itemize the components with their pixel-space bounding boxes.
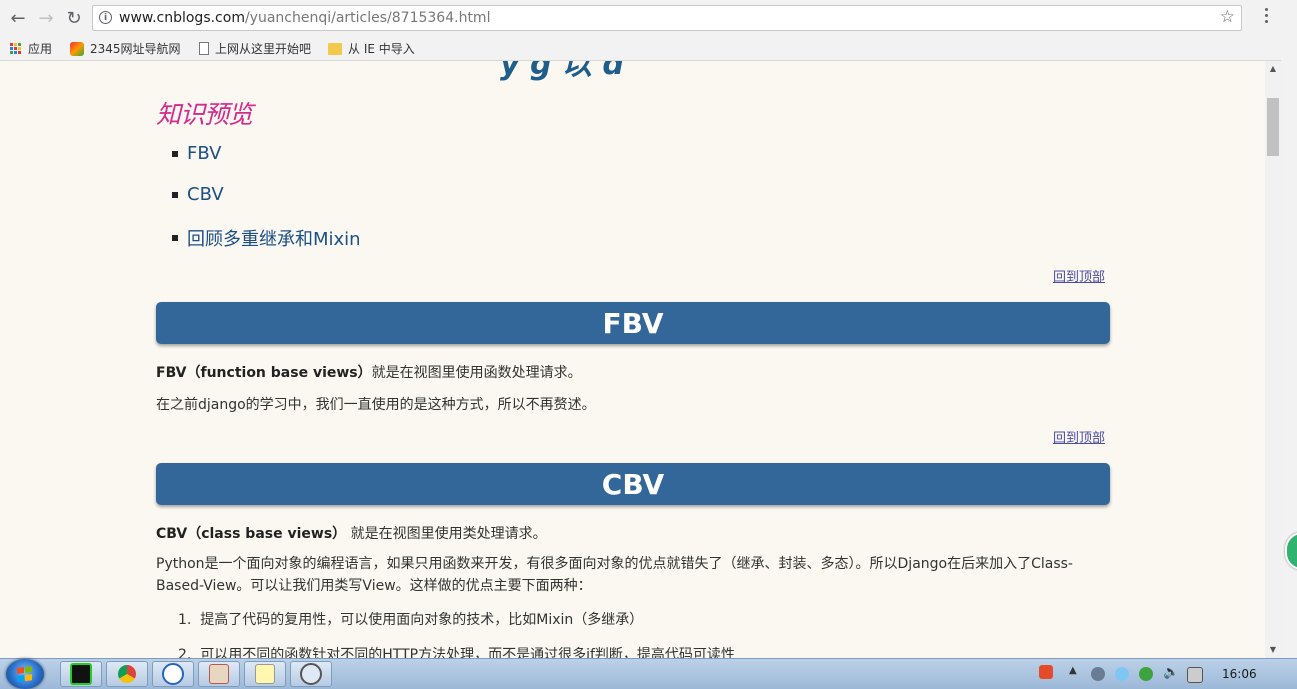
fbv-banner: FBV: [156, 302, 1110, 344]
cbv-paragraph: Python是一个面向对象的编程语言，如果只用函数来开发，有很多面向对象的优点就…: [156, 556, 1073, 594]
taskbar-pycharm[interactable]: [60, 661, 102, 687]
tray-app-icon[interactable]: [1091, 667, 1105, 681]
url-text[interactable]: www.cnblogs.com/yuanchenqi/articles/8715…: [119, 10, 490, 26]
taskbar-app[interactable]: [198, 661, 240, 687]
back-to-top-link[interactable]: 回到顶部: [1053, 427, 1105, 446]
fbv-term: FBV（function base views）: [156, 365, 372, 381]
list-item-2: 2. 可以用不同的函数针对不同的HTTP方法处理，而不是通过很多if判断，提高代…: [178, 644, 735, 658]
info-icon[interactable]: i: [99, 11, 112, 24]
2345-logo-icon: [70, 41, 84, 56]
cbv-desc: 就是在视图里使用类处理请求。: [346, 526, 547, 542]
address-bar[interactable]: i www.cnblogs.com/yuanchenqi/articles/87…: [92, 5, 1242, 31]
list-item-text: 可以用不同的函数针对不同的HTTP方法处理，而不是通过很多if判断，提高代码可读…: [200, 647, 735, 658]
bookmark-star-icon[interactable]: ☆: [1220, 7, 1235, 27]
taskbar-qq[interactable]: [290, 661, 332, 687]
chrome-icon: [118, 665, 136, 683]
cbv-definition: CBV（class base views） 就是在视图里使用类处理请求。: [156, 523, 547, 543]
scroll-down-arrow-icon[interactable]: ▼: [1268, 645, 1278, 654]
bullet: [172, 150, 178, 157]
bookmark-label: 2345网址导航网: [90, 42, 181, 56]
bookmark-ie-import[interactable]: 从 IE 中导入: [328, 40, 415, 57]
notepad-icon: [255, 664, 275, 684]
fbv-desc: 就是在视图里使用函数处理请求。: [371, 365, 582, 381]
toc-item-mixin[interactable]: 回顾多重继承和Mixin: [172, 225, 361, 251]
volume-icon[interactable]: 🔈: [1163, 665, 1179, 680]
list-item-text: 提高了代码的复用性，可以使用面向对象的技术，比如Mixin（多继承）: [200, 612, 644, 628]
bookmark-2345[interactable]: 2345网址导航网: [70, 40, 181, 57]
tray-shield-icon[interactable]: [1139, 667, 1153, 681]
forward-arrow-icon[interactable]: →: [34, 6, 58, 30]
browser-toolbar: ← → ↻ i www.cnblogs.com/yuanchenqi/artic…: [0, 0, 1297, 36]
pycharm-icon: [70, 663, 92, 685]
fbv-paragraph: 在之前django的学习中，我们一直使用的是这种方式，所以不再赘述。: [156, 397, 596, 413]
bookmarks-bar: 应用 2345网址导航网 上网从这里开始吧 从 IE 中导入: [0, 36, 1297, 61]
bookmark-label: 从 IE 中导入: [348, 42, 415, 56]
taskbar-notepad[interactable]: [244, 661, 286, 687]
network-icon[interactable]: [1187, 667, 1203, 683]
taskbar-clock[interactable]: 16:06: [1222, 667, 1257, 681]
scroll-thumb[interactable]: [1267, 98, 1279, 156]
page-scrollbar[interactable]: ▲ ▼: [1265, 61, 1281, 658]
tray-cloud-icon[interactable]: [1115, 667, 1129, 681]
show-hidden-icons-icon[interactable]: ▲: [1069, 665, 1077, 676]
article-page: y g 以 d 知识预览 FBV CBV 回顾多重继承和Mixin 回到顶部 F…: [0, 61, 1265, 658]
reload-icon[interactable]: ↻: [62, 6, 86, 30]
bookmark-label: 应用: [28, 42, 53, 56]
qq-icon: [300, 663, 322, 685]
cbv-banner: CBV: [156, 463, 1110, 505]
cloud-app-icon: [162, 663, 184, 685]
apps-grid-icon: [10, 42, 22, 55]
sogou-input-icon[interactable]: [1039, 665, 1053, 679]
section-heading-preview: 知识预览: [156, 100, 253, 129]
browser-menu-icon[interactable]: [1265, 8, 1269, 26]
toc-item-fbv[interactable]: FBV: [172, 143, 221, 164]
windows-taskbar: ▲ 🔈 16:06: [0, 658, 1297, 689]
article-title-cut: y g 以 d: [500, 61, 624, 82]
scroll-up-arrow-icon[interactable]: ▲: [1268, 64, 1278, 73]
toc-link[interactable]: CBV: [187, 184, 224, 205]
url-host: www.cnblogs.com: [119, 10, 245, 26]
folder-icon: [328, 42, 342, 55]
toc-item-cbv[interactable]: CBV: [172, 184, 224, 205]
back-arrow-icon[interactable]: ←: [6, 6, 30, 30]
cbv-term: CBV（class base views）: [156, 526, 347, 542]
toc-link[interactable]: FBV: [187, 143, 221, 164]
page-icon: [199, 42, 209, 55]
bookmark-apps[interactable]: 应用: [10, 40, 52, 57]
app-window-icon: [209, 664, 229, 684]
back-to-top-link[interactable]: 回到顶部: [1053, 266, 1105, 285]
bookmark-start-here[interactable]: 上网从这里开始吧: [199, 40, 311, 57]
start-button[interactable]: [6, 659, 44, 689]
bullet: [172, 191, 178, 198]
bookmark-label: 上网从这里开始吧: [215, 42, 312, 56]
toc-link[interactable]: 回顾多重继承和Mixin: [187, 225, 361, 251]
windows-logo-icon: [17, 666, 33, 682]
taskbar-chrome[interactable]: [106, 661, 148, 687]
bullet: [172, 235, 178, 241]
list-item-1: 1. 提高了代码的复用性，可以使用面向对象的技术，比如Mixin（多继承）: [178, 612, 644, 628]
taskbar-baidu[interactable]: [152, 661, 194, 687]
fbv-definition: FBV（function base views）就是在视图里使用函数处理请求。: [156, 362, 582, 382]
url-path: /yuanchenqi/articles/8715364.html: [244, 10, 491, 26]
